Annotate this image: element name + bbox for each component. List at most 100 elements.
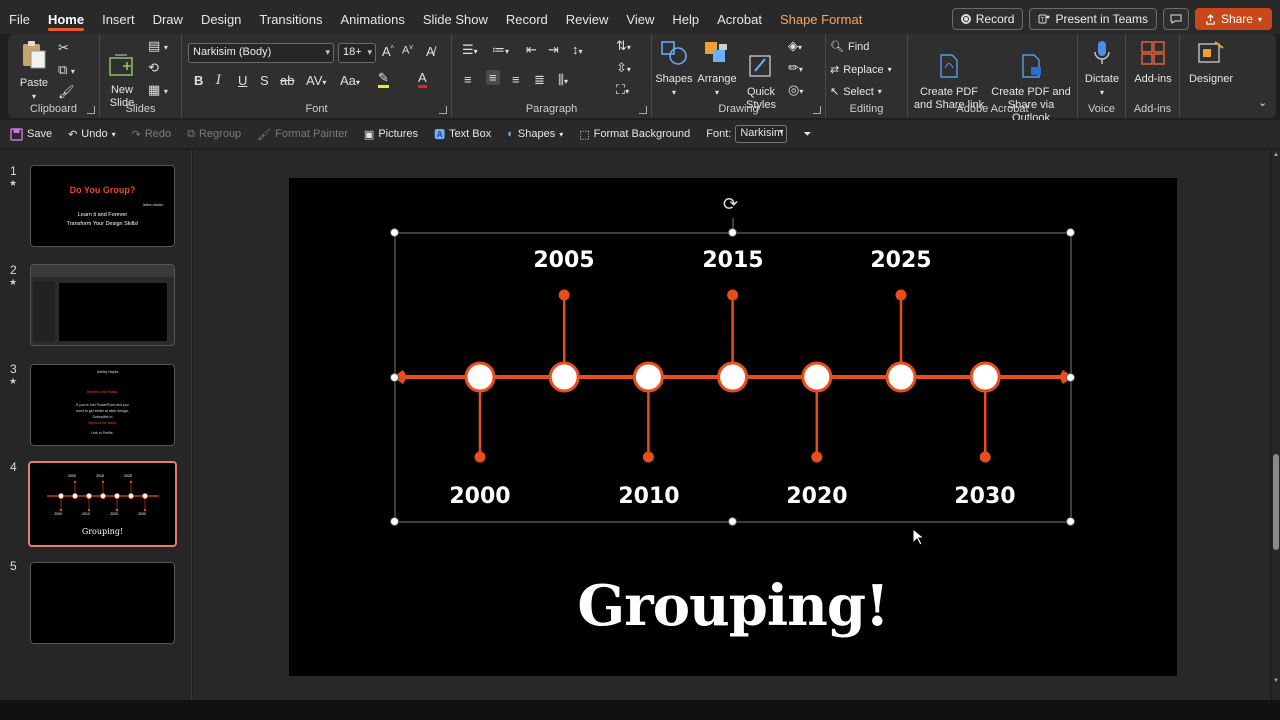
timeline-node[interactable] — [969, 361, 1001, 393]
shadow-icon[interactable]: S — [260, 73, 269, 88]
text-direction-icon[interactable]: ⇅▾ — [616, 38, 631, 54]
tab-review[interactable]: Review — [557, 0, 618, 34]
timeline-endpoint-dot[interactable] — [474, 451, 486, 463]
redo-button[interactable]: ↷ Redo — [132, 128, 172, 141]
decrease-font-icon[interactable]: Av — [402, 44, 413, 57]
timeline-endpoint-dot[interactable] — [558, 289, 570, 301]
timeline-node[interactable] — [632, 361, 664, 393]
shape-effects-icon[interactable]: ◎▾ — [788, 82, 803, 98]
replace-button[interactable]: ⇄ Replace ▾ — [830, 63, 892, 77]
comments-button[interactable] — [1162, 8, 1189, 30]
tab-draw[interactable]: Draw — [144, 0, 192, 34]
section-icon[interactable]: ▦ ▾ — [148, 82, 168, 98]
highlight-icon[interactable]: ✎ — [378, 71, 389, 88]
tab-insert[interactable]: Insert — [93, 0, 144, 34]
timeline-node[interactable] — [801, 361, 833, 393]
year-label-bottom[interactable]: 2020 — [777, 484, 857, 509]
shapes-button[interactable]: Shapes ▾ — [654, 40, 694, 99]
increase-indent-icon[interactable]: ⇥ — [548, 42, 559, 58]
collapse-ribbon-icon[interactable]: ⌄ — [1258, 96, 1267, 109]
year-label-bottom[interactable]: 2030 — [945, 484, 1025, 509]
font-family-select[interactable]: Narkisim (Body) ▾ — [188, 43, 334, 63]
timeline-node[interactable] — [86, 493, 92, 499]
strikethrough-icon[interactable]: ab — [280, 73, 294, 88]
present-in-teams-button[interactable]: T Present in Teams — [1029, 8, 1157, 30]
undo-button[interactable]: ↶ Undo ▾ — [68, 128, 116, 141]
timeline-node[interactable] — [58, 493, 64, 499]
reset-icon[interactable]: ⟲ — [148, 60, 159, 76]
timeline-endpoint-dot[interactable] — [87, 508, 91, 512]
slide-thumbnail-5[interactable] — [30, 562, 175, 644]
designer-button[interactable]: Designer — [1184, 40, 1238, 86]
font-size-select[interactable]: 18+ ▾ — [338, 43, 376, 63]
tab-home[interactable]: Home — [39, 0, 93, 34]
increase-font-icon[interactable]: A^ — [382, 44, 394, 59]
tab-design[interactable]: Design — [192, 0, 250, 34]
numbering-icon[interactable]: ≔▾ — [492, 42, 509, 58]
bullets-icon[interactable]: ☰▾ — [462, 42, 478, 58]
year-label-top[interactable]: 2005 — [524, 248, 604, 273]
drawing-launcher-icon[interactable] — [813, 106, 821, 114]
timeline-node[interactable] — [142, 493, 148, 499]
qat-font-select[interactable]: Narkisim ▾ — [735, 125, 788, 143]
paste-button[interactable]: Paste ▾ — [16, 40, 52, 103]
tab-animations[interactable]: Animations — [332, 0, 414, 34]
timeline-endpoint-dot[interactable] — [811, 451, 823, 463]
smartart-icon[interactable]: ⛶▾ — [616, 82, 629, 98]
align-right-icon[interactable]: ≡ — [512, 72, 520, 87]
find-button[interactable]: 🔍︎ Find — [830, 40, 869, 54]
slide-thumbnail-1[interactable]: Do You Group? letter.studio Learn it and… — [30, 165, 175, 247]
underline-icon[interactable]: U — [238, 73, 247, 88]
resize-handle-middle-left[interactable] — [390, 373, 399, 382]
resize-handle-bottom-left[interactable] — [390, 517, 399, 526]
format-painter-icon[interactable]: 🖌 — [58, 84, 75, 100]
character-spacing-icon[interactable]: AV▾ — [306, 73, 326, 88]
layout-icon[interactable]: ▤ ▾ — [148, 38, 168, 54]
paragraph-launcher-icon[interactable] — [639, 106, 647, 114]
tab-transitions[interactable]: Transitions — [250, 0, 331, 34]
align-text-icon[interactable]: ⇳▾ — [616, 60, 631, 76]
timeline-node[interactable] — [114, 493, 120, 499]
resize-handle-bottom-center[interactable] — [728, 517, 737, 526]
timeline-node[interactable] — [128, 493, 134, 499]
scroll-down-icon[interactable]: ▼ — [1273, 678, 1279, 684]
qat-shapes-button[interactable]: ◐ Shapes ▾ — [507, 128, 563, 140]
tab-slide-show[interactable]: Slide Show — [414, 0, 497, 34]
shape-fill-icon[interactable]: ◈▾ — [788, 38, 802, 54]
timeline-endpoint-dot[interactable] — [129, 480, 133, 484]
rotate-handle-icon[interactable]: ⟳ — [723, 194, 738, 215]
year-label-bottom[interactable]: 2010 — [609, 484, 689, 509]
record-button[interactable]: Record — [951, 8, 1024, 30]
timeline-node[interactable] — [885, 361, 917, 393]
tab-record[interactable]: Record — [497, 0, 557, 34]
decrease-indent-icon[interactable]: ⇤ — [526, 42, 537, 58]
resize-handle-top-center[interactable] — [728, 228, 737, 237]
timeline-endpoint-dot[interactable] — [642, 451, 654, 463]
timeline-endpoint-dot[interactable] — [73, 480, 77, 484]
justify-icon[interactable]: ≣ — [534, 72, 545, 88]
timeline-endpoint-dot[interactable] — [59, 508, 63, 512]
align-left-icon[interactable]: ≡ — [464, 72, 472, 87]
timeline-endpoint-dot[interactable] — [727, 289, 739, 301]
format-painter-button[interactable]: 🖌 Format Painter — [257, 128, 348, 141]
select-button[interactable]: ↖ Select ▾ — [830, 85, 882, 99]
line-spacing-icon[interactable]: ↕▾ — [572, 42, 583, 57]
tab-acrobat[interactable]: Acrobat — [708, 0, 771, 34]
slide-title[interactable]: Grouping! — [289, 573, 1177, 639]
tab-file[interactable]: File — [0, 0, 39, 34]
year-label-bottom[interactable]: 2000 — [440, 484, 520, 509]
year-label-top[interactable]: 2025 — [861, 248, 941, 273]
slide-thumbnail-2[interactable] — [30, 264, 175, 346]
align-center-icon[interactable]: ≡ — [486, 70, 500, 85]
resize-handle-top-left[interactable] — [390, 228, 399, 237]
tab-shape-format[interactable]: Shape Format — [771, 0, 871, 34]
customize-qat-icon[interactable]: ⏷ — [803, 129, 811, 140]
resize-handle-middle-right[interactable] — [1066, 373, 1075, 382]
shape-outline-icon[interactable]: ✏▾ — [788, 60, 803, 76]
scroll-up-icon[interactable]: ▲ — [1273, 152, 1279, 158]
vertical-scrollbar[interactable]: ▲ ▼ — [1272, 150, 1280, 700]
resize-handle-top-right[interactable] — [1066, 228, 1075, 237]
slide-thumbnail-3[interactable]: Ashley Hayes Beyond the Basic If you're … — [30, 364, 175, 446]
tab-view[interactable]: View — [617, 0, 663, 34]
timeline-node[interactable] — [100, 493, 106, 499]
